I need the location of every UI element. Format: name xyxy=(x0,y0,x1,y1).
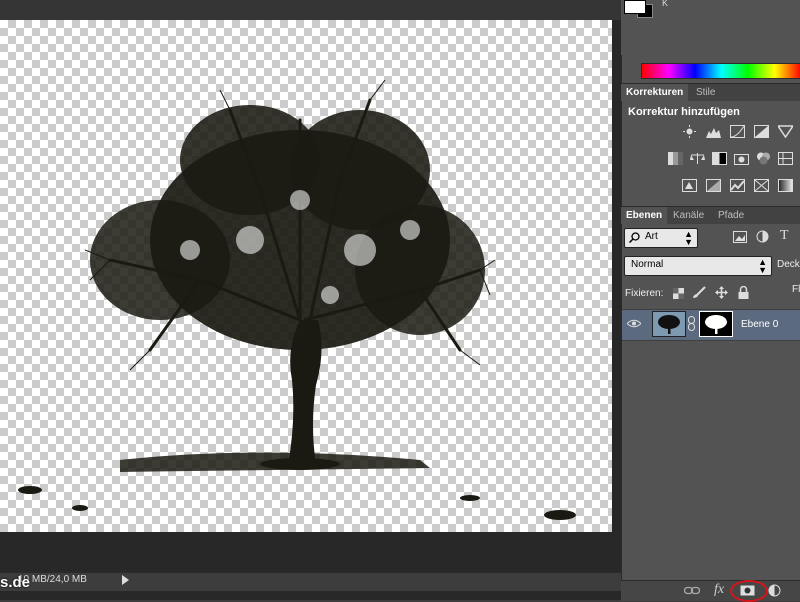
levels-icon[interactable] xyxy=(706,125,721,138)
eye-visibility-icon[interactable] xyxy=(627,319,641,328)
select-arrows-icon: ▲ ▼ xyxy=(684,229,693,247)
select-arrows-icon: ▲ ▼ xyxy=(758,257,767,275)
color-spectrum-bar[interactable] xyxy=(641,63,800,79)
tree-silhouette xyxy=(18,79,576,520)
blend-mode-select[interactable]: Normal ▲ ▼ xyxy=(624,256,772,276)
lock-label: Fixieren: xyxy=(625,288,664,299)
lock-transparency-icon[interactable] xyxy=(673,288,684,299)
layer-name[interactable]: Ebene 0 xyxy=(741,319,778,330)
tab-kanaele[interactable]: Kanäle xyxy=(668,207,709,224)
adjustment-icons-row-1 xyxy=(682,125,800,141)
status-menu-arrow-icon[interactable] xyxy=(122,575,129,585)
korrekturen-title: Korrektur hinzufügen xyxy=(628,106,740,118)
lock-all-padlock-icon[interactable] xyxy=(738,286,749,299)
layer-filter-value: Art xyxy=(645,231,658,242)
exposure-icon[interactable] xyxy=(754,125,769,138)
black-white-icon[interactable] xyxy=(712,152,727,165)
tab-ebenen[interactable]: Ebenen xyxy=(621,207,668,224)
status-bar xyxy=(0,572,621,591)
tree-thumbnail-icon xyxy=(658,315,680,334)
document-top-strip xyxy=(0,0,621,20)
channel-mixer-icon[interactable] xyxy=(756,152,771,165)
invert-icon[interactable] xyxy=(682,179,697,192)
filter-type-layer-icon[interactable]: T xyxy=(780,228,789,244)
hue-saturation-icon[interactable] xyxy=(668,152,683,165)
blend-mode-value: Normal xyxy=(631,259,664,270)
brightness-icon[interactable] xyxy=(682,125,697,138)
layer-style-fx-icon[interactable]: fx xyxy=(714,582,724,598)
search-icon xyxy=(629,232,640,243)
adjustment-icons-row-3 xyxy=(682,179,800,195)
link-layers-icon[interactable] xyxy=(684,586,700,595)
layer-filter-select[interactable]: Art ▲ ▼ xyxy=(624,228,698,248)
lock-position-move-icon[interactable] xyxy=(715,286,728,299)
tab-pfade[interactable]: Pfade xyxy=(713,207,749,224)
color-lookup-icon[interactable] xyxy=(778,152,793,165)
tab-korrekturen[interactable]: Korrekturen xyxy=(621,84,689,101)
filter-adjustment-layer-icon[interactable] xyxy=(756,230,769,243)
foreground-color-swatch[interactable] xyxy=(624,0,646,14)
new-adjustment-layer-icon[interactable] xyxy=(768,584,781,597)
vibrance-icon[interactable] xyxy=(778,125,793,138)
posterize-icon[interactable] xyxy=(706,179,721,192)
color-balance-icon[interactable] xyxy=(690,152,705,165)
tab-stile[interactable]: Stile xyxy=(691,84,720,101)
fill-label: Fl xyxy=(792,284,800,295)
channel-label: K xyxy=(662,0,669,8)
photo-filter-icon[interactable] xyxy=(734,152,749,165)
mask-link-chain-icon[interactable] xyxy=(687,316,696,331)
curves-icon[interactable] xyxy=(730,125,745,138)
gradient-map-icon[interactable] xyxy=(778,179,793,192)
filter-pixel-layer-icon[interactable] xyxy=(733,231,747,243)
korrekturen-tabbar: Korrekturen Stile xyxy=(621,83,800,101)
lock-paint-brush-icon[interactable] xyxy=(692,286,706,299)
highlight-circle-annotation xyxy=(730,580,768,602)
layer-mask-thumbnail[interactable] xyxy=(699,311,733,337)
mask-tree-icon xyxy=(705,315,727,334)
watermark-text: s.de xyxy=(0,574,31,591)
adjustment-icons-row-2 xyxy=(668,152,800,168)
ebenen-tabbar: Ebenen Kanäle Pfade xyxy=(621,206,800,224)
image-canvas[interactable] xyxy=(0,20,612,532)
layer-thumbnail[interactable] xyxy=(652,311,686,337)
selective-color-icon[interactable] xyxy=(754,179,769,192)
opacity-label: Deck xyxy=(777,259,800,270)
threshold-icon[interactable] xyxy=(730,179,745,192)
